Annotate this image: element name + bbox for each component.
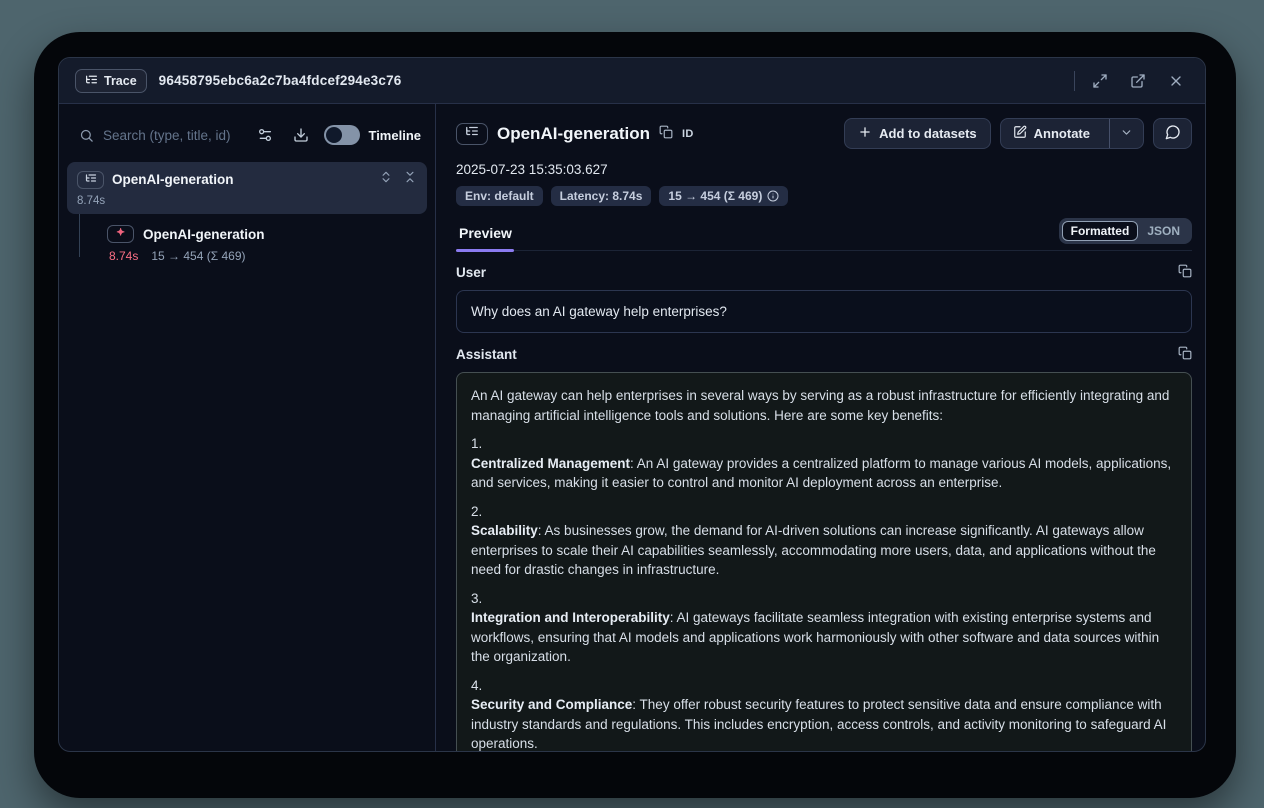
detail-header: OpenAI-generation ID Add to datasets <box>456 118 1192 149</box>
tree-item-name: OpenAI-generation <box>112 172 371 187</box>
user-label: User <box>456 265 1178 280</box>
comments-button[interactable] <box>1153 118 1192 149</box>
assistant-section-header: Assistant <box>456 346 1192 363</box>
list-item-body: Security and Compliance: They offer robu… <box>471 695 1177 751</box>
page-title: OpenAI-generation <box>497 124 650 144</box>
format-option-json[interactable]: JSON <box>1138 221 1189 241</box>
tree-item-latency: 8.74s <box>77 195 417 207</box>
trace-node-badge <box>77 171 104 189</box>
list-item-number: 2. <box>471 502 1177 522</box>
external-link-icon <box>1130 73 1146 89</box>
trace-node-badge <box>456 123 488 145</box>
plus-icon <box>858 125 872 142</box>
view-settings-button[interactable] <box>252 122 278 148</box>
add-to-datasets-button[interactable]: Add to datasets <box>844 118 991 149</box>
trace-detail-dialog: Trace 96458795ebc6a2c7ba4fdcef294e3c76 <box>58 57 1206 752</box>
download-button[interactable] <box>288 122 314 148</box>
fold-all-icon[interactable] <box>403 170 417 189</box>
dialog-topbar: Trace 96458795ebc6a2c7ba4fdcef294e3c76 <box>59 58 1205 104</box>
observation-tree: OpenAI-generation 8.74s <box>59 158 435 263</box>
active-tab-underline <box>456 249 514 252</box>
info-icon <box>767 190 779 202</box>
trace-badge-label: Trace <box>104 74 137 88</box>
tree-item-trace-root[interactable]: OpenAI-generation 8.74s <box>67 162 427 214</box>
copy-user-message-button[interactable] <box>1178 264 1192 281</box>
search-input[interactable] <box>103 128 241 143</box>
topbar-divider <box>1074 71 1075 91</box>
tree-item-name: OpenAI-generation <box>143 227 265 242</box>
assistant-intro: An AI gateway can help enterprises in se… <box>471 386 1177 425</box>
search-box[interactable] <box>79 128 242 143</box>
trace-tree-sidebar: Timeline OpenAI-generation <box>59 104 436 751</box>
download-icon <box>293 127 309 143</box>
unfold-all-icon[interactable] <box>379 170 393 189</box>
assistant-list-item: 2. Scalability: As businesses grow, the … <box>471 502 1177 580</box>
format-option-formatted[interactable]: Formatted <box>1062 221 1139 241</box>
list-item-body: Integration and Interoperability: AI gat… <box>471 608 1177 667</box>
trace-type-badge: Trace <box>75 69 147 93</box>
timeline-toggle-label: Timeline <box>368 128 421 143</box>
tree-connector-line <box>79 214 80 257</box>
expand-fullscreen-button[interactable] <box>1087 68 1113 94</box>
close-icon <box>1168 73 1184 89</box>
list-tree-icon <box>85 73 98 89</box>
tree-item-generation[interactable]: OpenAI-generation 8.74s 15 → 454 (Σ 469) <box>79 214 427 263</box>
assistant-label: Assistant <box>456 347 1178 362</box>
copy-icon <box>1178 346 1192 363</box>
sparkle-icon <box>115 225 127 243</box>
generation-latency: 8.74s <box>109 249 138 263</box>
annotate-dropdown-button[interactable] <box>1109 119 1143 148</box>
assistant-list-item: 4. Security and Compliance: They offer r… <box>471 676 1177 752</box>
assistant-message: An AI gateway can help enterprises in se… <box>456 372 1192 751</box>
close-button[interactable] <box>1163 68 1189 94</box>
chevron-down-icon <box>1120 126 1133 142</box>
generation-node-badge <box>107 225 134 243</box>
list-item-body: Scalability: As businesses grow, the dem… <box>471 521 1177 580</box>
latency-badge: Latency: 8.74s <box>551 186 652 206</box>
search-icon <box>79 128 94 143</box>
tab-preview[interactable]: Preview <box>456 219 522 250</box>
generation-token-usage: 15 → 454 (Σ 469) <box>151 249 245 263</box>
timeline-toggle[interactable] <box>324 125 360 145</box>
pencil-square-icon <box>1013 125 1027 142</box>
env-badge: Env: default <box>456 186 543 206</box>
copy-id-button[interactable] <box>659 125 673 142</box>
assistant-list-item: 1. Centralized Management: An AI gateway… <box>471 434 1177 493</box>
annotate-split-button: Annotate <box>1000 118 1144 149</box>
user-message: Why does an AI gateway help enterprises? <box>456 290 1192 333</box>
assistant-items: 1. Centralized Management: An AI gateway… <box>471 434 1177 751</box>
list-tree-icon <box>85 171 97 189</box>
comment-bubble-icon <box>1165 124 1181 143</box>
trace-detail-panel: OpenAI-generation ID Add to datasets <box>436 104 1205 751</box>
metadata-badges: Env: default Latency: 8.74s 15 → 454 (Σ … <box>456 186 1192 206</box>
add-to-datasets-label: Add to datasets <box>879 126 977 141</box>
id-label: ID <box>682 128 694 140</box>
maximize-icon <box>1092 73 1108 89</box>
open-in-new-tab-button[interactable] <box>1125 68 1151 94</box>
list-item-number: 1. <box>471 434 1177 454</box>
list-item-body: Centralized Management: An AI gateway pr… <box>471 454 1177 493</box>
format-toggle: Formatted JSON <box>1059 218 1192 244</box>
token-usage-badge[interactable]: 15 → 454 (Σ 469) <box>659 186 788 206</box>
sidebar-toolbar: Timeline <box>59 114 435 158</box>
list-tree-icon <box>465 124 479 143</box>
copy-assistant-message-button[interactable] <box>1178 346 1192 363</box>
trace-timestamp: 2025-07-23 15:35:03.627 <box>456 162 1192 177</box>
list-item-number: 4. <box>471 676 1177 696</box>
user-section-header: User <box>456 264 1192 281</box>
trace-id: 96458795ebc6a2c7ba4fdcef294e3c76 <box>159 73 402 88</box>
assistant-list-item: 3. Integration and Interoperability: AI … <box>471 589 1177 667</box>
copy-icon <box>659 125 673 142</box>
detail-tabs: Preview Formatted JSON <box>456 218 1192 251</box>
sliders-icon <box>257 127 273 143</box>
copy-icon <box>1178 264 1192 281</box>
annotate-label: Annotate <box>1034 126 1090 141</box>
list-item-number: 3. <box>471 589 1177 609</box>
annotate-button[interactable]: Annotate <box>1001 119 1102 148</box>
